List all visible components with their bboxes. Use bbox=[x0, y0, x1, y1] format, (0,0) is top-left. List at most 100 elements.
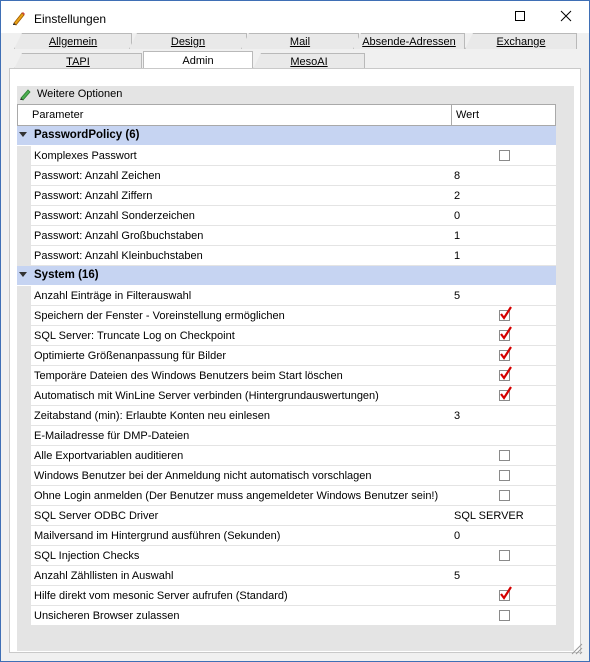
property-checkbox[interactable] bbox=[499, 366, 512, 381]
property-row[interactable]: Automatisch mit WinLine Server verbinden… bbox=[17, 386, 556, 406]
property-checkbox[interactable] bbox=[499, 610, 510, 621]
property-row[interactable]: Zeitabstand (min): Erlaubte Konten neu e… bbox=[17, 406, 556, 426]
property-row[interactable]: Ohne Login anmelden (Der Benutzer muss a… bbox=[17, 486, 556, 506]
row-gutter bbox=[17, 506, 31, 526]
column-header-parameter[interactable]: Parameter bbox=[18, 105, 452, 125]
property-name: Anzahl Zähllisten in Auswahl bbox=[34, 570, 174, 582]
property-row[interactable]: Speichern der Fenster - Voreinstellung e… bbox=[17, 306, 556, 326]
property-row[interactable]: Anzahl Zähllisten in Auswahl 5 bbox=[17, 566, 556, 586]
property-value[interactable]: 8 bbox=[454, 170, 460, 182]
tab-exchange[interactable]: Exchange bbox=[465, 33, 577, 49]
property-value[interactable]: 0 bbox=[454, 530, 460, 542]
resize-grip-icon[interactable] bbox=[567, 639, 583, 655]
property-checkbox[interactable] bbox=[499, 306, 512, 321]
row-gutter bbox=[17, 206, 31, 226]
property-name: Speichern der Fenster - Voreinstellung e… bbox=[34, 310, 285, 322]
property-value[interactable]: 1 bbox=[454, 230, 460, 242]
tab-absende-adressen[interactable]: Absende-Adressen bbox=[353, 33, 465, 49]
tab-tapi[interactable]: TAPI bbox=[14, 53, 142, 69]
property-name: Mailversand im Hintergrund ausführen (Se… bbox=[34, 530, 281, 542]
title-bar: Einstellungen bbox=[1, 1, 589, 33]
property-row[interactable]: Unsicheren Browser zulassen bbox=[17, 606, 556, 626]
property-value[interactable]: 0 bbox=[454, 210, 460, 222]
property-name: Optimierte Größenanpassung für Bilder bbox=[34, 350, 226, 362]
property-row[interactable]: Mailversand im Hintergrund ausführen (Se… bbox=[17, 526, 556, 546]
row-gutter bbox=[17, 326, 31, 346]
row-gutter bbox=[17, 586, 31, 606]
property-row[interactable]: Passwort: Anzahl Sonderzeichen 0 bbox=[17, 206, 556, 226]
row-gutter bbox=[17, 566, 31, 586]
tab-mesoai[interactable]: MesoAI bbox=[253, 53, 365, 69]
collapse-arrow-icon[interactable] bbox=[19, 132, 27, 137]
maximize-button[interactable] bbox=[497, 1, 543, 31]
property-value[interactable]: 3 bbox=[454, 410, 460, 422]
column-header-value[interactable]: Wert bbox=[452, 105, 479, 125]
property-checkbox[interactable] bbox=[499, 450, 510, 461]
property-checkbox[interactable] bbox=[499, 550, 510, 561]
property-value[interactable]: SQL SERVER bbox=[454, 510, 524, 522]
property-name: Anzahl Einträge in Filterauswahl bbox=[34, 290, 192, 302]
group-header[interactable]: System (16) bbox=[17, 266, 556, 286]
property-name: Windows Benutzer bei der Anmeldung nicht… bbox=[34, 470, 372, 482]
collapse-arrow-icon[interactable] bbox=[19, 272, 27, 277]
property-name: Hilfe direkt vom mesonic Server aufrufen… bbox=[34, 590, 288, 602]
property-name: Passwort: Anzahl Ziffern bbox=[34, 190, 153, 202]
row-gutter bbox=[17, 526, 31, 546]
property-name: Passwort: Anzahl Kleinbuchstaben bbox=[34, 250, 203, 262]
row-gutter bbox=[17, 446, 31, 466]
property-name: Automatisch mit WinLine Server verbinden… bbox=[34, 390, 379, 402]
pencil-app-icon bbox=[13, 12, 25, 26]
property-name: SQL Injection Checks bbox=[34, 550, 140, 562]
property-row[interactable]: SQL Server ODBC Driver SQL SERVER bbox=[17, 506, 556, 526]
property-checkbox[interactable] bbox=[499, 346, 512, 361]
property-row[interactable]: Passwort: Anzahl Großbuchstaben 1 bbox=[17, 226, 556, 246]
property-row[interactable]: Temporäre Dateien des Windows Benutzers … bbox=[17, 366, 556, 386]
property-name: Komplexes Passwort bbox=[34, 150, 137, 162]
property-checkbox[interactable] bbox=[499, 470, 510, 481]
property-row[interactable]: Komplexes Passwort bbox=[17, 146, 556, 166]
property-checkbox[interactable] bbox=[499, 150, 510, 161]
tab-mail[interactable]: Mail bbox=[241, 33, 359, 49]
property-row[interactable]: Passwort: Anzahl Ziffern 2 bbox=[17, 186, 556, 206]
property-checkbox[interactable] bbox=[499, 386, 512, 401]
property-name: Temporäre Dateien des Windows Benutzers … bbox=[34, 370, 343, 382]
window-title: Einstellungen bbox=[34, 12, 107, 26]
row-gutter bbox=[17, 146, 31, 166]
property-row[interactable]: Optimierte Größenanpassung für Bilder bbox=[17, 346, 556, 366]
row-gutter bbox=[17, 166, 31, 186]
property-value[interactable]: 5 bbox=[454, 290, 460, 302]
tab-admin[interactable]: Admin bbox=[143, 51, 253, 69]
property-row[interactable]: Anzahl Einträge in Filterauswahl 5 bbox=[17, 286, 556, 306]
edit-pencil-icon bbox=[20, 89, 31, 101]
property-row[interactable]: Hilfe direkt vom mesonic Server aufrufen… bbox=[17, 586, 556, 606]
row-gutter bbox=[17, 346, 31, 366]
property-name: Passwort: Anzahl Großbuchstaben bbox=[34, 230, 204, 242]
property-row[interactable]: SQL Server: Truncate Log on Checkpoint bbox=[17, 326, 556, 346]
grid-header: Parameter Wert bbox=[17, 104, 556, 126]
property-row[interactable]: SQL Injection Checks bbox=[17, 546, 556, 566]
settings-window: Einstellungen Allgemein Design Mail Abse… bbox=[0, 0, 590, 662]
row-gutter bbox=[17, 546, 31, 566]
property-value[interactable]: 2 bbox=[454, 190, 460, 202]
row-gutter bbox=[17, 406, 31, 426]
tab-allgemein[interactable]: Allgemein bbox=[14, 33, 132, 49]
property-checkbox[interactable] bbox=[499, 586, 512, 601]
property-name: Unsicheren Browser zulassen bbox=[34, 610, 180, 622]
property-row[interactable]: Windows Benutzer bei der Anmeldung nicht… bbox=[17, 466, 556, 486]
property-checkbox[interactable] bbox=[499, 490, 510, 501]
group-header[interactable]: PasswordPolicy (6) bbox=[17, 126, 556, 146]
row-gutter bbox=[17, 246, 31, 266]
property-name: Passwort: Anzahl Sonderzeichen bbox=[34, 210, 195, 222]
property-checkbox[interactable] bbox=[499, 326, 512, 341]
property-value[interactable]: 5 bbox=[454, 570, 460, 582]
property-row[interactable]: Passwort: Anzahl Zeichen 8 bbox=[17, 166, 556, 186]
property-row[interactable]: Passwort: Anzahl Kleinbuchstaben 1 bbox=[17, 246, 556, 266]
tab-design[interactable]: Design bbox=[129, 33, 247, 49]
property-name: E-Mailadresse für DMP-Dateien bbox=[34, 430, 190, 442]
close-button[interactable] bbox=[543, 1, 589, 31]
property-row[interactable]: E-Mailadresse für DMP-Dateien bbox=[17, 426, 556, 446]
property-row[interactable]: Alle Exportvariablen auditieren bbox=[17, 446, 556, 466]
row-gutter bbox=[17, 426, 31, 446]
property-value[interactable]: 1 bbox=[454, 250, 460, 262]
close-icon bbox=[560, 10, 572, 22]
